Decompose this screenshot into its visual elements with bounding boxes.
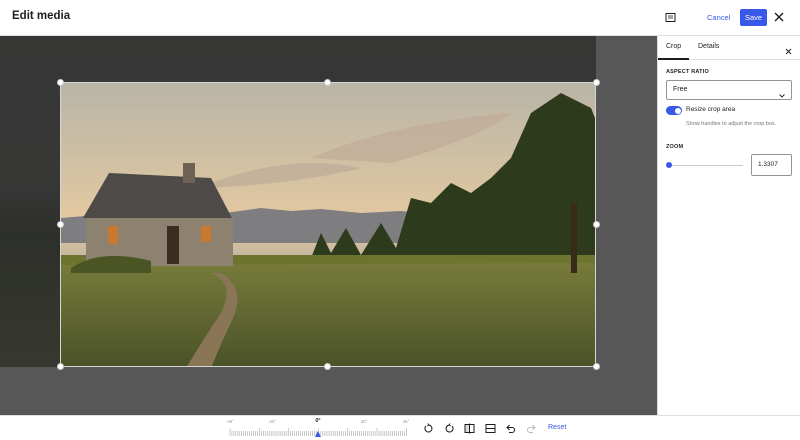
toggle-knob <box>674 107 681 114</box>
active-tab-indicator <box>658 58 689 60</box>
ruler-label: 45° <box>402 419 410 424</box>
tab-details[interactable]: Details <box>698 43 719 50</box>
crop-handle-bottom[interactable] <box>324 363 331 370</box>
editor-canvas <box>0 36 657 415</box>
ruler-label: -45° <box>225 419 235 424</box>
aspect-ratio-value: Free <box>673 86 688 93</box>
sidebar-tabs: Crop Details <box>658 36 800 60</box>
ruler-label: 30° <box>360 419 368 424</box>
crop-handle-top-left[interactable] <box>57 79 64 86</box>
chevron-down-icon <box>779 88 785 106</box>
page-title: Edit media <box>12 10 71 22</box>
details-panel-icon[interactable] <box>662 9 679 26</box>
save-button[interactable]: Save <box>740 9 767 26</box>
rotate-right-icon[interactable] <box>442 421 456 435</box>
zoom-label: ZOOM <box>666 144 684 150</box>
crop-handle-top-right[interactable] <box>593 79 600 86</box>
resize-crop-help: Show handles to adjust the crop box. <box>686 121 777 127</box>
close-icon[interactable] <box>784 43 793 55</box>
editor-header: Edit media Cancel Save <box>0 0 800 415</box>
crop-handle-top[interactable] <box>324 79 331 86</box>
undo-icon[interactable] <box>503 421 517 435</box>
crop-handle-left[interactable] <box>57 221 64 228</box>
crop-sidebar: Crop Details ASPECT RATIO Free Resize cr… <box>657 36 800 415</box>
crop-area[interactable] <box>60 82 596 367</box>
flip-horizontal-icon[interactable] <box>462 421 476 435</box>
resize-crop-label: Resize crop area <box>686 106 736 113</box>
tab-crop[interactable]: Crop <box>666 43 681 50</box>
resize-crop-toggle[interactable] <box>666 106 682 115</box>
crop-handle-right[interactable] <box>593 221 600 228</box>
crop-handle-bottom-left[interactable] <box>57 363 64 370</box>
close-icon[interactable] <box>772 10 786 24</box>
flip-vertical-icon[interactable] <box>483 421 497 435</box>
aspect-ratio-select[interactable]: Free <box>666 80 792 100</box>
rotate-left-icon[interactable] <box>421 421 435 435</box>
zoom-slider-track[interactable] <box>669 165 743 166</box>
ruler-label: -30° <box>267 419 277 424</box>
zoom-input[interactable]: 1.3307 <box>751 154 792 176</box>
redo-icon[interactable] <box>524 421 538 435</box>
bottom-toolbar: -45° -30° 0° 30° 45° Reset <box>0 415 800 440</box>
reset-button[interactable]: Reset <box>548 424 566 431</box>
aspect-ratio-label: ASPECT RATIO <box>666 69 709 75</box>
rotation-value: 0° <box>315 418 321 424</box>
landscape-image <box>61 83 595 366</box>
crop-handle-bottom-right[interactable] <box>593 363 600 370</box>
rotation-ruler[interactable]: -45° -30° 0° 30° 45° <box>225 417 410 439</box>
zoom-slider-thumb[interactable] <box>666 162 672 168</box>
cancel-button[interactable]: Cancel <box>703 9 734 26</box>
